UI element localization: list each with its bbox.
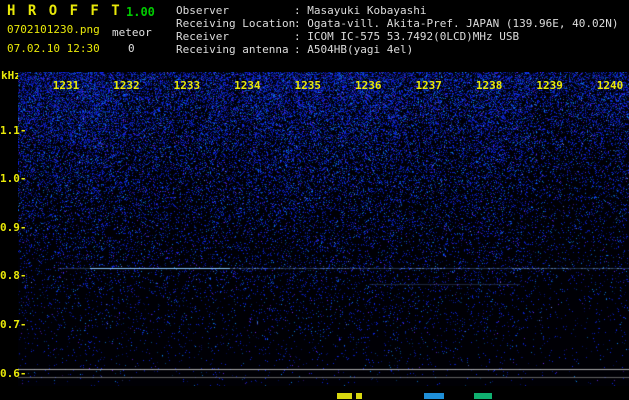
y-tick-label: 0.7- <box>0 319 18 330</box>
y-tick-label: 0.9- <box>0 222 18 233</box>
info-label: Observer <box>176 4 294 17</box>
info-value: : A504HB(yagi 4el) <box>294 43 413 56</box>
info-label: Receiver <box>176 30 294 43</box>
x-tick-label: 1232 <box>113 79 140 92</box>
x-tick-label: 1235 <box>295 79 322 92</box>
app-title: H R O F F T <box>7 3 122 19</box>
datetime-label: 07.02.10 12:30 <box>7 42 100 55</box>
x-tick-label: 1237 <box>415 79 442 92</box>
y-tick-label: 0.8- <box>0 270 18 281</box>
info-label: Receiving Location <box>176 17 294 30</box>
info-row: Receiving antenna: A504HB(yagi 4el) <box>176 43 619 56</box>
cropped-text-fragment <box>337 393 352 399</box>
info-value: : Masayuki Kobayashi <box>294 4 426 17</box>
meteor-count: 0 <box>128 42 135 55</box>
cropped-text-fragment <box>424 393 444 399</box>
y-tick-label: 1.1- <box>0 125 18 136</box>
spectrogram-canvas <box>18 72 629 386</box>
mode-label: meteor <box>112 26 152 39</box>
output-filename: 0702101230.png <box>7 23 100 36</box>
cropped-text-fragment <box>474 393 492 399</box>
x-tick-label: 1238 <box>476 79 503 92</box>
info-row: Observer: Masayuki Kobayashi <box>176 4 619 17</box>
x-tick-label: 1234 <box>234 79 261 92</box>
info-row: Receiving Location: Ogata-vill. Akita-Pr… <box>176 17 619 30</box>
bottom-strip <box>0 386 629 400</box>
x-tick-label: 1239 <box>536 79 563 92</box>
station-info: Observer: Masayuki Kobayashi Receiving Lo… <box>176 4 619 56</box>
y-tick-label: 1.0- <box>0 173 18 184</box>
cropped-text-fragment <box>356 393 362 399</box>
x-tick-label: 1233 <box>174 79 201 92</box>
y-tick-label: 0.6- <box>0 368 18 379</box>
info-value: : Ogata-vill. Akita-Pref. JAPAN (139.96E… <box>294 17 619 30</box>
x-tick-label: 1231 <box>53 79 80 92</box>
info-label: Receiving antenna <box>176 43 294 56</box>
info-value: : ICOM IC-575 53.7492(0LCD)MHz USB <box>294 30 519 43</box>
hrofft-output: H R O F F T 1.00 0702101230.png meteor 0… <box>0 0 629 400</box>
info-row: Receiver: ICOM IC-575 53.7492(0LCD)MHz U… <box>176 30 619 43</box>
x-tick-label: 1240 <box>597 79 624 92</box>
x-tick-label: 1236 <box>355 79 382 92</box>
app-version: 1.00 <box>126 5 155 19</box>
